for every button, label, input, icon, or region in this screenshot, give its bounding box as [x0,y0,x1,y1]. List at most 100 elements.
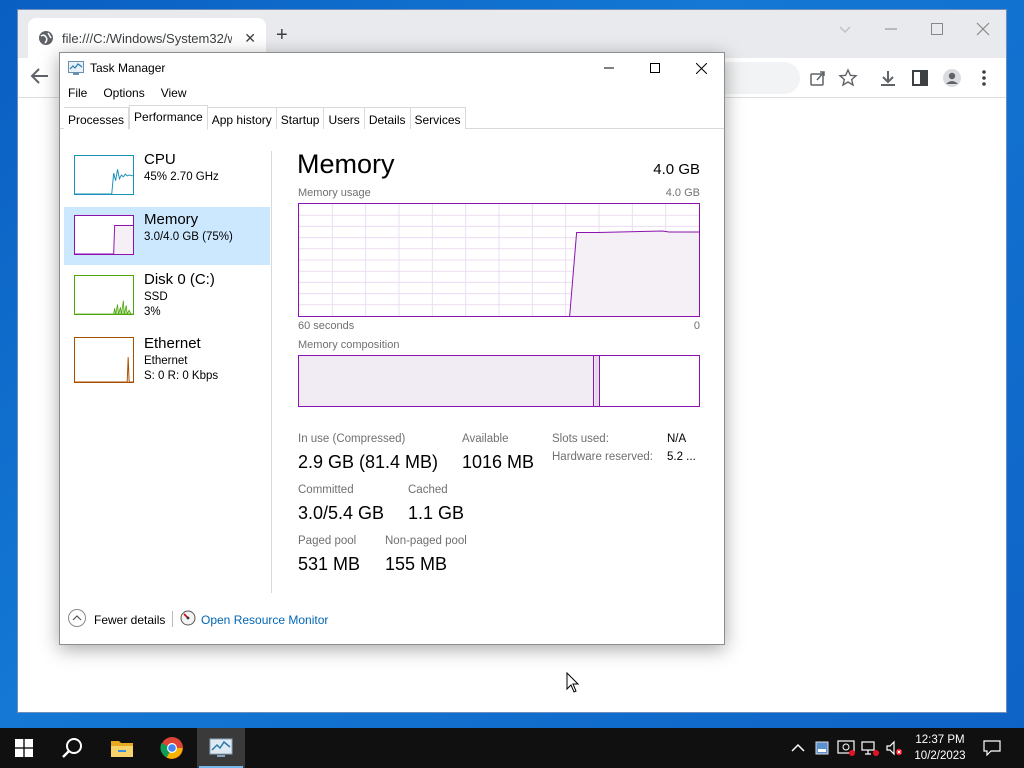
volume-button[interactable] [884,738,904,758]
chevron-down-icon[interactable] [838,22,852,36]
open-resource-monitor-link[interactable]: Open Resource Monitor [201,613,328,627]
resource-name: Ethernet [144,335,201,352]
memory-usage-label: Memory usage [298,187,371,199]
resource-item-disk[interactable]: Disk 0 (C:) SSD 3% [64,267,270,325]
close-tab-icon[interactable]: ✕ [244,30,256,47]
search-button[interactable] [48,728,96,768]
minimize-icon[interactable] [884,22,898,36]
tab-details[interactable]: Details [364,107,411,129]
chevron-up-icon [791,743,805,752]
resource-item-cpu[interactable]: CPU 45% 2.70 GHz [64,147,270,205]
fewer-details-link[interactable]: Fewer details [94,613,165,627]
cpu-thumbnail-graph [74,155,134,195]
tray-app-button[interactable] [836,738,856,758]
tab-startup[interactable]: Startup [276,107,325,129]
tab-bar: Processes Performance App history Startu… [60,105,724,130]
task-manager-window: Task Manager File Options View Processes… [59,52,725,645]
paged-pool-value: 531 MB [298,554,361,574]
maximize-button[interactable] [632,53,678,83]
resource-list: CPU 45% 2.70 GHz Memory 3.0/4.0 GB (75%)… [64,147,270,393]
chrome-icon [160,737,183,759]
task-manager-taskbar-button[interactable] [197,728,245,768]
resource-name: Disk 0 (C:) [144,271,215,288]
profile-icon[interactable] [942,68,962,88]
slots-used-label: Slots used: [552,433,609,445]
action-center-button[interactable] [982,738,1002,758]
browser-tab-title: file:///C:/Windows/System32/w [62,30,232,46]
hardware-reserved-value: 5.2 ... [667,451,696,463]
menu-bar: File Options View [60,83,195,105]
resource-item-ethernet[interactable]: Ethernet Ethernet S: 0 R: 0 Kbps [64,333,270,391]
globe-icon [39,31,53,45]
maximize-icon [650,63,660,73]
chrome-button[interactable] [148,728,196,768]
memory-composition-bar [298,355,700,407]
tray-app-button[interactable] [812,738,832,758]
close-icon [695,62,707,74]
memory-composition-label: Memory composition [298,339,400,351]
more-menu-icon[interactable] [974,68,994,88]
fewer-details-button[interactable] [68,609,86,627]
memory-total: 4.0 GB [653,161,700,178]
clock-time: 12:37 PM [915,734,965,746]
committed-label: Committed [298,484,354,496]
resource-detail: 3.0/4.0 GB (75%) [144,231,233,243]
resource-monitor-icon [180,610,196,626]
tab-performance[interactable]: Performance [129,105,208,130]
memory-thumbnail-graph [74,215,134,255]
available-value: 1016 MB [462,452,535,472]
non-paged-pool-label: Non-paged pool [385,535,467,547]
hardware-reserved-label: Hardware reserved: [552,451,653,463]
update-tray-icon [837,740,855,756]
task-manager-titlebar[interactable]: Task Manager [60,53,724,83]
minimize-button[interactable] [586,53,632,83]
menu-file[interactable]: File [60,83,95,105]
app-tray-icon [815,741,829,755]
tab-users[interactable]: Users [324,107,365,129]
menu-options[interactable]: Options [95,83,152,105]
non-paged-pool-value: 155 MB [385,554,448,574]
tab-app-history[interactable]: App history [207,107,277,129]
task-manager-footer: Fewer details Open Resource Monitor [60,605,724,635]
start-button[interactable] [0,728,48,768]
bookmark-star-icon[interactable] [838,68,858,88]
network-button[interactable] [860,738,880,758]
share-icon[interactable] [808,68,828,88]
cached-label: Cached [408,484,448,496]
browser-tab-strip: file:///C:/Windows/System32/w ✕ + [18,10,1006,58]
chevron-up-icon [72,615,82,621]
side-panel-icon[interactable] [910,68,930,88]
committed-value: 3.0/5.4 GB [298,503,385,523]
slots-used-value: N/A [667,433,687,445]
resource-name: Memory [144,211,199,228]
close-icon[interactable] [976,22,990,36]
back-arrow-icon[interactable] [28,64,52,88]
taskbar: 12:37 PM 10/2/2023 [0,728,1024,768]
download-icon[interactable] [878,68,898,88]
paged-pool-label: Paged pool [298,535,357,547]
disk-thumbnail-graph [74,275,134,315]
resource-detail: Ethernet [144,355,188,367]
menu-view[interactable]: View [153,83,195,105]
show-hidden-icons-button[interactable] [788,738,808,758]
resource-item-memory[interactable]: Memory 3.0/4.0 GB (75%) [64,207,270,265]
close-button[interactable] [678,53,724,83]
task-manager-icon [209,738,233,757]
new-tab-button[interactable]: + [276,24,288,47]
resource-detail: SSD [144,291,168,303]
in-use-label: In use (Compressed) [298,433,406,445]
file-explorer-button[interactable] [98,728,146,768]
tab-services[interactable]: Services [410,107,466,129]
windows-logo-icon [15,739,33,757]
maximize-icon[interactable] [930,22,944,36]
address-bar[interactable] [724,62,800,94]
memory-usage-max: 4.0 GB [665,187,700,199]
mouse-cursor-icon [566,672,580,693]
clock[interactable]: 12:37 PM 10/2/2023 [910,732,970,764]
tab-processes[interactable]: Processes [64,107,130,129]
task-manager-icon [68,61,84,75]
volume-muted-icon [886,740,903,756]
ethernet-thumbnail-graph [74,337,134,383]
network-icon [861,741,879,756]
search-icon [62,738,82,758]
